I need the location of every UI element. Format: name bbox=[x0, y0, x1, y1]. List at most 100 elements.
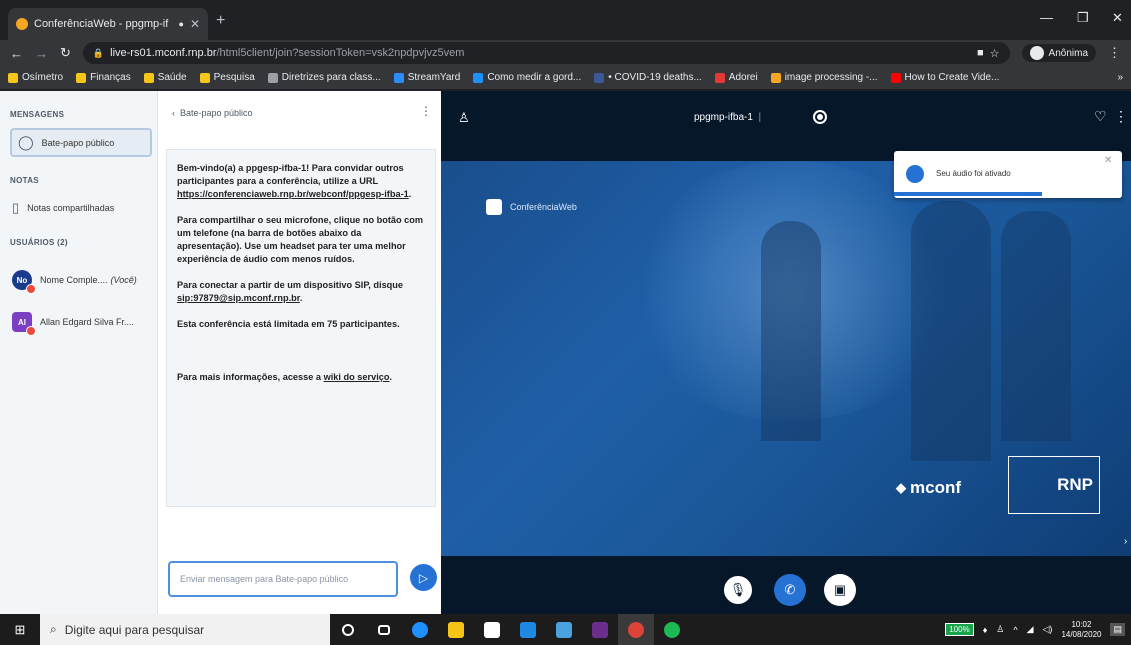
bookmark-icon bbox=[199, 72, 210, 83]
bookmark[interactable]: Pesquisa bbox=[199, 72, 255, 83]
wiki-link[interactable]: wiki do serviço bbox=[324, 372, 390, 382]
file-explorer-icon[interactable] bbox=[438, 614, 474, 645]
user-item[interactable]: No Nome Comple.... (Você) bbox=[12, 270, 154, 294]
bookmark[interactable]: How to Create Vide... bbox=[890, 72, 999, 83]
address-bar-row: ← → ↻ 🔒 live-rs01.mconf.rnp.br/html5clie… bbox=[0, 40, 1131, 66]
avatar: Al bbox=[12, 312, 36, 336]
bookmark[interactable]: Diretrizes para class... bbox=[267, 72, 381, 83]
reload-icon[interactable]: ↻ bbox=[60, 45, 71, 61]
url-input[interactable]: 🔒 live-rs01.mconf.rnp.br/html5client/joi… bbox=[82, 42, 1010, 64]
close-toast-icon[interactable]: ✕ bbox=[1104, 155, 1112, 166]
forward-icon[interactable]: → bbox=[35, 46, 48, 61]
bookmark[interactable]: Saúde bbox=[143, 72, 187, 83]
close-window-icon[interactable]: ✕ bbox=[1112, 10, 1123, 26]
url-host: live-rs01.mconf.rnp.br bbox=[110, 47, 217, 59]
user-item[interactable]: Al Allan Edgard Silva Fr.... bbox=[12, 312, 154, 336]
windows-taskbar: ⊞ ⌕ Digite aqui para pesquisar 100% ♦ ♙ ^… bbox=[0, 614, 1131, 645]
bookmark-icon bbox=[594, 72, 605, 83]
mconf-logo: ◆ mconf bbox=[896, 478, 961, 497]
taskbar-search-input[interactable]: ⌕ Digite aqui para pesquisar bbox=[40, 614, 330, 645]
windows-start-button[interactable]: ⊞ bbox=[0, 622, 40, 638]
new-tab-button[interactable]: + bbox=[216, 12, 225, 30]
sidebar-item-shared-notes[interactable]: ▯ Notas compartilhadas bbox=[12, 200, 154, 216]
muted-icon bbox=[26, 326, 36, 336]
people-icon[interactable]: ♙ bbox=[996, 624, 1004, 635]
profile-button[interactable]: Anônima bbox=[1021, 44, 1096, 62]
app-l-icon[interactable] bbox=[510, 614, 546, 645]
leave-audio-button[interactable]: ✆ bbox=[774, 574, 806, 606]
more-bookmarks-icon[interactable]: » bbox=[1117, 72, 1123, 83]
bookmark[interactable]: Adorei bbox=[714, 72, 758, 83]
system-tray: 100% ♦ ♙ ^ ◢ ◁) 10:02 14/08/2020 ▤ bbox=[945, 620, 1131, 640]
bookmark[interactable]: image processing -... bbox=[770, 72, 878, 83]
clock[interactable]: 10:02 14/08/2020 bbox=[1061, 620, 1101, 640]
app-icon[interactable] bbox=[546, 614, 582, 645]
chat-header[interactable]: ‹ Bate-papo público bbox=[172, 108, 253, 118]
share-webcam-button[interactable]: ▣ bbox=[824, 574, 856, 606]
maximize-icon[interactable]: ❐ bbox=[1077, 10, 1089, 26]
browser-tab[interactable]: ConferênciaWeb - ppgmp-if ● ✕ bbox=[8, 8, 208, 40]
user-list-sidebar bbox=[0, 91, 158, 614]
tab-title: ConferênciaWeb - ppgmp-if bbox=[34, 18, 169, 30]
incognito-icon bbox=[1029, 46, 1044, 60]
star-icon[interactable]: ☆ bbox=[990, 47, 1000, 60]
lock-icon: 🔒 bbox=[92, 47, 105, 58]
chrome-icon[interactable] bbox=[618, 614, 654, 645]
chat-options-icon[interactable]: ⋮ bbox=[420, 104, 432, 118]
bookmark-icon bbox=[770, 72, 781, 83]
store-icon[interactable] bbox=[474, 614, 510, 645]
minimize-icon[interactable]: — bbox=[1040, 10, 1053, 25]
bookmark[interactable]: Finanças bbox=[76, 72, 131, 83]
send-icon: ▷ bbox=[418, 570, 429, 585]
sip-link[interactable]: sip:97879@sip.mconf.rnp.br bbox=[177, 293, 300, 303]
back-icon[interactable]: ← bbox=[10, 46, 23, 61]
search-icon: ⌕ bbox=[50, 622, 57, 636]
notifications-icon[interactable]: ▤ bbox=[1110, 623, 1125, 636]
send-button[interactable]: ▷ bbox=[410, 564, 437, 591]
muted-icon bbox=[26, 284, 36, 294]
user-icon[interactable]: ♙ bbox=[458, 110, 470, 126]
mconf-icon: ◆ bbox=[896, 480, 906, 495]
logo-icon bbox=[486, 199, 502, 215]
camera-blocked-icon[interactable]: ■ bbox=[977, 47, 984, 59]
messages-heading: MENSAGENS bbox=[10, 110, 65, 119]
bookmarks-bar: Osímetro Finanças Saúde Pesquisa Diretri… bbox=[0, 66, 1131, 90]
task-view-icon[interactable] bbox=[366, 614, 402, 645]
bookmark-icon bbox=[393, 72, 404, 83]
charging-icon: ♦ bbox=[982, 624, 988, 635]
record-icon[interactable] bbox=[813, 110, 827, 124]
sidebar-item-public-chat[interactable]: ◯ Bate-papo público bbox=[10, 128, 152, 157]
welcome-message: Bem-vindo(a) a ppgesp-ifba-1! Para convi… bbox=[166, 149, 436, 507]
bookmark-icon bbox=[8, 72, 18, 83]
avatar: No bbox=[12, 270, 36, 294]
tray-expand-icon[interactable]: ^ bbox=[1013, 625, 1017, 635]
toast-text: Seu áudio foi ativado bbox=[936, 169, 1011, 178]
bookmark-icon bbox=[76, 72, 87, 83]
conference-link[interactable]: https://conferenciaweb.rnp.br/webconf/pp… bbox=[177, 189, 409, 199]
bookmark[interactable]: Como medir a gord... bbox=[473, 72, 581, 83]
volume-icon[interactable]: ◁) bbox=[1043, 624, 1053, 635]
bookmark[interactable]: • COVID-19 deaths... bbox=[594, 72, 702, 83]
options-menu-icon[interactable]: ⋮ bbox=[1114, 108, 1128, 125]
close-tab-icon[interactable]: ✕ bbox=[190, 17, 200, 31]
battery-indicator[interactable]: 100% bbox=[945, 623, 974, 636]
meeting-name: ppgmp-ifba-1 | bbox=[694, 112, 762, 123]
browser-menu-icon[interactable]: ⋮ bbox=[1108, 45, 1121, 61]
mute-microphone-button[interactable]: 🎙 bbox=[722, 574, 754, 606]
edge-icon[interactable] bbox=[402, 614, 438, 645]
conferenciaweb-logo: ConferênciaWeb bbox=[486, 199, 577, 215]
chat-message-input[interactable]: Enviar mensagem para Bate-papo público bbox=[168, 561, 398, 597]
bookmark-icon bbox=[890, 72, 901, 83]
rnp-logo: RNP bbox=[1008, 456, 1100, 514]
cortana-icon[interactable] bbox=[330, 614, 366, 645]
favicon-icon bbox=[16, 18, 28, 30]
notes-heading: NOTAS bbox=[10, 176, 39, 185]
network-icon[interactable]: ◢ bbox=[1027, 624, 1034, 635]
spotify-icon[interactable] bbox=[654, 614, 690, 645]
bookmark[interactable]: Osímetro bbox=[8, 72, 63, 83]
slack-icon[interactable] bbox=[582, 614, 618, 645]
bookmark[interactable]: StreamYard bbox=[393, 72, 460, 83]
expand-icon[interactable]: › bbox=[1124, 536, 1127, 547]
microphone-icon bbox=[906, 165, 924, 183]
heart-icon[interactable]: ♡ bbox=[1094, 108, 1107, 125]
